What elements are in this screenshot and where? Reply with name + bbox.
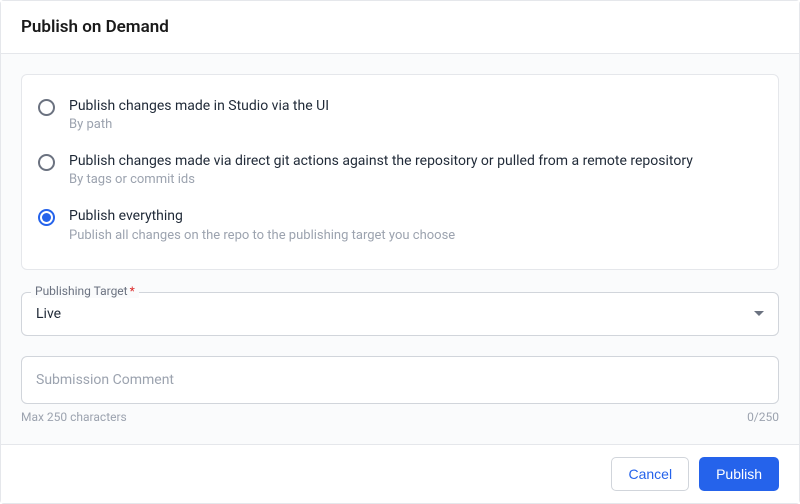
option-label: Publish changes made in Studio via the U… bbox=[69, 97, 329, 115]
chevron-down-icon bbox=[754, 311, 764, 316]
publishing-target-field: Publishing Target* Live bbox=[21, 292, 779, 336]
publish-options-card: Publish changes made in Studio via the U… bbox=[21, 74, 779, 270]
option-sublabel: Publish all changes on the repo to the p… bbox=[69, 228, 455, 243]
select-value: Live bbox=[36, 306, 61, 322]
option-text: Publish changes made in Studio via the U… bbox=[69, 97, 329, 132]
publishing-target-label: Publishing Target* bbox=[31, 284, 139, 298]
dialog-header: Publish on Demand bbox=[1, 1, 799, 54]
max-chars-label: Max 250 characters bbox=[21, 410, 127, 424]
option-sublabel: By path bbox=[69, 117, 329, 132]
dialog-body: Publish changes made in Studio via the U… bbox=[1, 54, 799, 444]
option-text: Publish changes made via direct git acti… bbox=[69, 152, 693, 187]
comment-counter-row: Max 250 characters 0/250 bbox=[21, 410, 779, 424]
option-publish-by-path[interactable]: Publish changes made in Studio via the U… bbox=[38, 87, 762, 142]
option-sublabel: By tags or commit ids bbox=[69, 172, 693, 187]
radio-icon bbox=[38, 209, 55, 226]
cancel-button[interactable]: Cancel bbox=[611, 457, 689, 491]
option-label: Publish everything bbox=[69, 207, 455, 225]
option-label: Publish changes made via direct git acti… bbox=[69, 152, 693, 170]
publishing-target-select[interactable]: Live bbox=[21, 292, 779, 336]
option-text: Publish everything Publish all changes o… bbox=[69, 207, 455, 242]
placeholder-text: Submission Comment bbox=[36, 372, 174, 388]
radio-icon bbox=[38, 99, 55, 116]
dialog-title: Publish on Demand bbox=[21, 17, 779, 37]
publish-button[interactable]: Publish bbox=[699, 457, 779, 491]
label-text: Publishing Target bbox=[35, 284, 128, 298]
publish-dialog: Publish on Demand Publish changes made i… bbox=[0, 0, 800, 504]
radio-icon bbox=[38, 154, 55, 171]
submission-comment-input[interactable]: Submission Comment bbox=[21, 356, 779, 404]
char-counter: 0/250 bbox=[747, 410, 779, 424]
option-publish-everything[interactable]: Publish everything Publish all changes o… bbox=[38, 197, 762, 252]
dialog-footer: Cancel Publish bbox=[1, 444, 799, 503]
required-indicator: * bbox=[130, 284, 135, 298]
option-publish-by-git[interactable]: Publish changes made via direct git acti… bbox=[38, 142, 762, 197]
